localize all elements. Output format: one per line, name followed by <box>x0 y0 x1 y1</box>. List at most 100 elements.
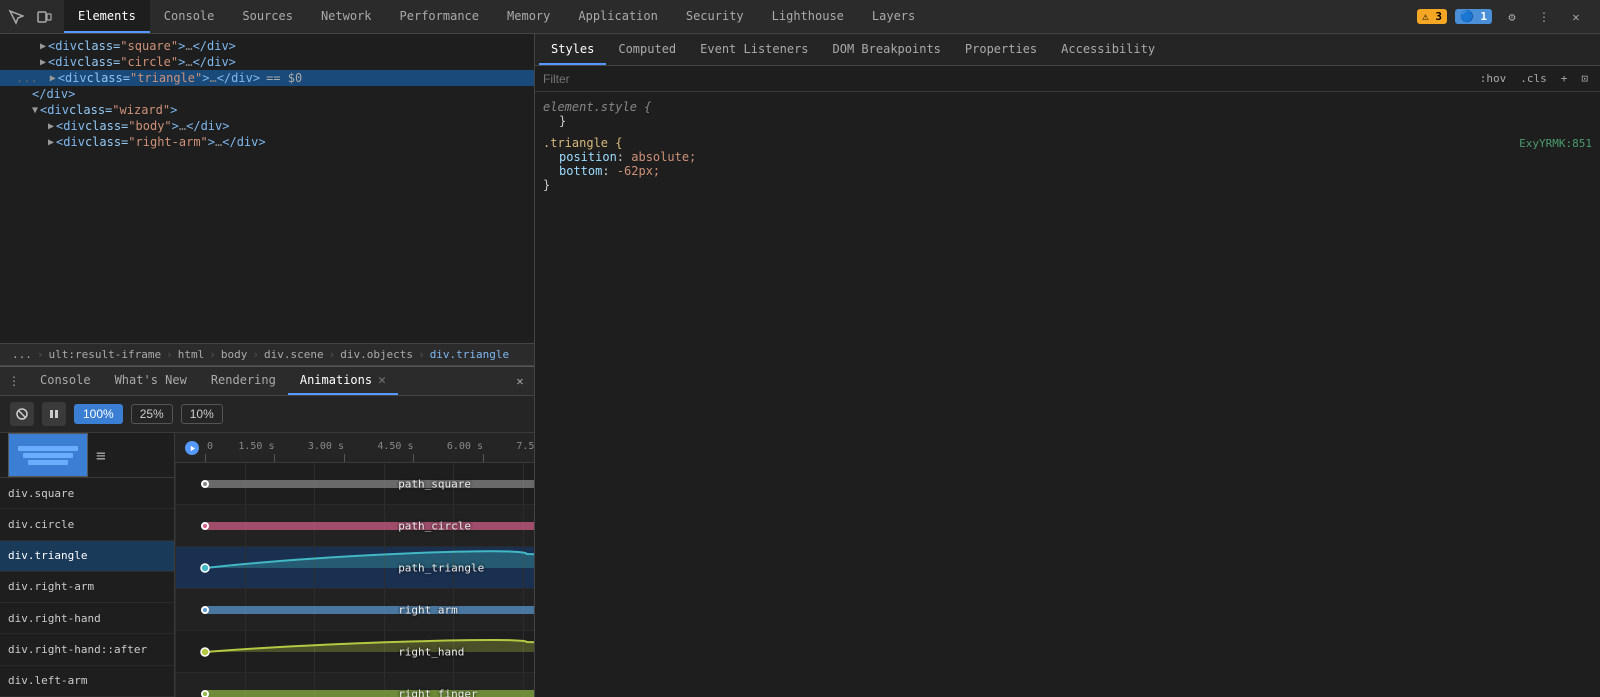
ruler-ticks: 01.50 s3.00 s4.50 s6.00 s7.50 s9.00 s10.… <box>205 433 534 462</box>
styles-tab-styles[interactable]: Styles <box>539 34 606 65</box>
filter-actions: :hov .cls + ⊡ <box>1476 70 1592 87</box>
cls-filter-btn[interactable]: .cls <box>1516 70 1551 87</box>
anim-label-row-right-hand-after[interactable]: div.right-hand::after <box>0 634 174 665</box>
dom-tree[interactable]: ▶ <div class="square">…</div> ▶ <div cla… <box>0 34 534 343</box>
anim-chart-inner: 01.50 s3.00 s4.50 s6.00 s7.50 s9.00 s10.… <box>175 433 534 697</box>
hov-filter-btn[interactable]: :hov <box>1476 70 1511 87</box>
close-drawer-icon[interactable]: ✕ <box>510 371 530 391</box>
drawer-tab-whats-new[interactable]: What's New <box>103 367 199 395</box>
left-panel: ▶ <div class="square">…</div> ▶ <div cla… <box>0 34 535 697</box>
anim-label-row-circle[interactable]: div.circle <box>0 509 174 540</box>
triangle-source[interactable]: ExyYRMK:851 <box>1519 137 1592 150</box>
dom-line[interactable]: ▶ <div class="circle">…</div> <box>0 54 534 70</box>
main-area: ▶ <div class="square">…</div> ▶ <div cla… <box>0 34 1600 697</box>
tab-lighthouse[interactable]: Lighthouse <box>758 0 858 33</box>
play-head[interactable] <box>185 441 199 455</box>
tab-security[interactable]: Security <box>672 0 758 33</box>
drawer-tab-animations[interactable]: Animations ✕ <box>288 367 398 395</box>
add-style-btn[interactable]: + <box>1557 70 1572 87</box>
breadcrumb-item[interactable]: ... <box>8 346 36 363</box>
dom-line[interactable]: ▼ <div class="wizard"> <box>0 102 534 118</box>
close-devtools-icon[interactable]: ✕ <box>1564 5 1588 29</box>
tab-network[interactable]: Network <box>307 0 386 33</box>
anim-thumbnail <box>8 433 88 477</box>
right-panel: Styles Computed Event Listeners DOM Brea… <box>535 34 1600 697</box>
dom-line[interactable]: ▶ <div class="square">…</div> <box>0 38 534 54</box>
styles-tab-event-listeners[interactable]: Event Listeners <box>688 34 820 65</box>
breadcrumb-item[interactable]: ult:result-iframe <box>45 346 166 363</box>
dom-line-selected[interactable]: ... ▶ <div class="triangle">…</div> == $… <box>0 70 534 86</box>
prop-name-bottom: bottom <box>543 164 602 178</box>
tab-nav: Elements Console Sources Network Perform… <box>64 0 929 33</box>
anim-label-row-right-hand[interactable]: div.right-hand <box>0 603 174 634</box>
anim-labels: ≡ div.square div.circle div.triangle div… <box>0 433 175 697</box>
anim-label-row-triangle[interactable]: div.triangle <box>0 541 174 572</box>
anim-row[interactable]: right_hand <box>175 631 534 673</box>
tab-layers[interactable]: Layers <box>858 0 929 33</box>
anim-label-row-left-arm[interactable]: div.left-arm <box>0 666 174 697</box>
dom-line[interactable]: ▶ <div class="right-arm">…</div> <box>0 134 534 150</box>
triangle-rule-header: .triangle { ExyYRMK:851 <box>543 136 1592 150</box>
tab-performance[interactable]: Performance <box>386 0 493 33</box>
anim-timeline: ≡ div.square div.circle div.triangle div… <box>0 433 534 697</box>
ruler: 01.50 s3.00 s4.50 s6.00 s7.50 s9.00 s10.… <box>175 433 534 463</box>
anim-row[interactable]: path_circle <box>175 505 534 547</box>
drawer-tab-console[interactable]: Console <box>28 367 103 395</box>
tab-elements[interactable]: Elements <box>64 0 150 33</box>
element-style-closing: } <box>543 114 1592 128</box>
device-toolbar-icon[interactable] <box>32 5 56 29</box>
toolbar-icons <box>4 5 64 29</box>
element-style-selector: element.style { <box>543 100 651 114</box>
anim-chart-area[interactable]: 01.50 s3.00 s4.50 s6.00 s7.50 s9.00 s10.… <box>175 433 534 697</box>
filter-input[interactable] <box>543 72 1476 86</box>
speed-25-btn[interactable]: 25% <box>131 404 173 424</box>
speed-10-btn[interactable]: 10% <box>181 404 223 424</box>
tab-sources[interactable]: Sources <box>228 0 307 33</box>
top-toolbar: Elements Console Sources Network Perform… <box>0 0 1600 34</box>
prop-val-bottom: -62px; <box>617 164 660 178</box>
tab-application[interactable]: Application <box>564 0 671 33</box>
anim-rows: path_squarepath_circlepath_triangleright… <box>175 463 534 697</box>
triangle-prop-bottom: bottom: -62px; <box>543 164 1592 178</box>
toolbar-right: ⚠ 3 🔵 1 ⚙ ⋮ ✕ <box>1417 5 1596 29</box>
breadcrumb-item[interactable]: body <box>217 346 252 363</box>
anim-row[interactable]: right arm <box>175 589 534 631</box>
anim-row[interactable]: path_triangle <box>175 547 534 589</box>
anim-row[interactable]: path_square <box>175 463 534 505</box>
dom-line[interactable]: </div> <box>0 86 534 102</box>
settings-icon[interactable]: ⚙ <box>1500 5 1524 29</box>
triangle-selector: .triangle { <box>543 136 622 150</box>
anim-stop-btn[interactable] <box>10 402 34 426</box>
style-rule-header: element.style { <box>543 100 1592 114</box>
anim-label-row-right-arm[interactable]: div.right-arm <box>0 572 174 603</box>
drawer-menu-icon[interactable]: ⋮ <box>4 371 24 391</box>
styles-tab-dom-breakpoints[interactable]: DOM Breakpoints <box>821 34 953 65</box>
drawer-tabs: ⋮ Console What's New Rendering Animation… <box>0 366 534 396</box>
anim-label-row-square[interactable]: div.square <box>0 478 174 509</box>
styles-tab-properties[interactable]: Properties <box>953 34 1049 65</box>
animations-panel: 100% 25% 10% ≡ div.square <box>0 396 534 697</box>
anim-track-label: right_hand <box>398 645 464 658</box>
dom-line[interactable]: ▶ <div class="body">…</div> <box>0 118 534 134</box>
tab-memory[interactable]: Memory <box>493 0 564 33</box>
anim-hash-icon[interactable]: ≡ <box>96 446 106 465</box>
more-options-icon[interactable]: ⋮ <box>1532 5 1556 29</box>
speed-100-btn[interactable]: 100% <box>74 404 123 424</box>
breadcrumb-item[interactable]: div.scene <box>260 346 328 363</box>
toggle-sidebar-icon[interactable]: ⊡ <box>1577 70 1592 87</box>
breadcrumb-item[interactable]: div.objects <box>336 346 417 363</box>
tab-console[interactable]: Console <box>150 0 229 33</box>
anim-pause-btn[interactable] <box>42 402 66 426</box>
breadcrumb-item-active[interactable]: div.triangle <box>426 346 513 363</box>
styles-tab-computed[interactable]: Computed <box>606 34 688 65</box>
drawer-tab-rendering[interactable]: Rendering <box>199 367 288 395</box>
filter-bar: :hov .cls + ⊡ <box>535 66 1600 92</box>
anim-row[interactable]: right_finger <box>175 673 534 697</box>
styles-content: element.style { } .triangle { ExyYRMK:85… <box>535 92 1600 697</box>
close-animations-tab-icon[interactable]: ✕ <box>378 373 386 388</box>
triangle-rule-closing: } <box>543 178 1592 192</box>
styles-tab-accessibility[interactable]: Accessibility <box>1049 34 1167 65</box>
anim-label-header: ≡ <box>0 433 174 478</box>
inspect-icon[interactable] <box>4 5 28 29</box>
breadcrumb-item[interactable]: html <box>174 346 209 363</box>
